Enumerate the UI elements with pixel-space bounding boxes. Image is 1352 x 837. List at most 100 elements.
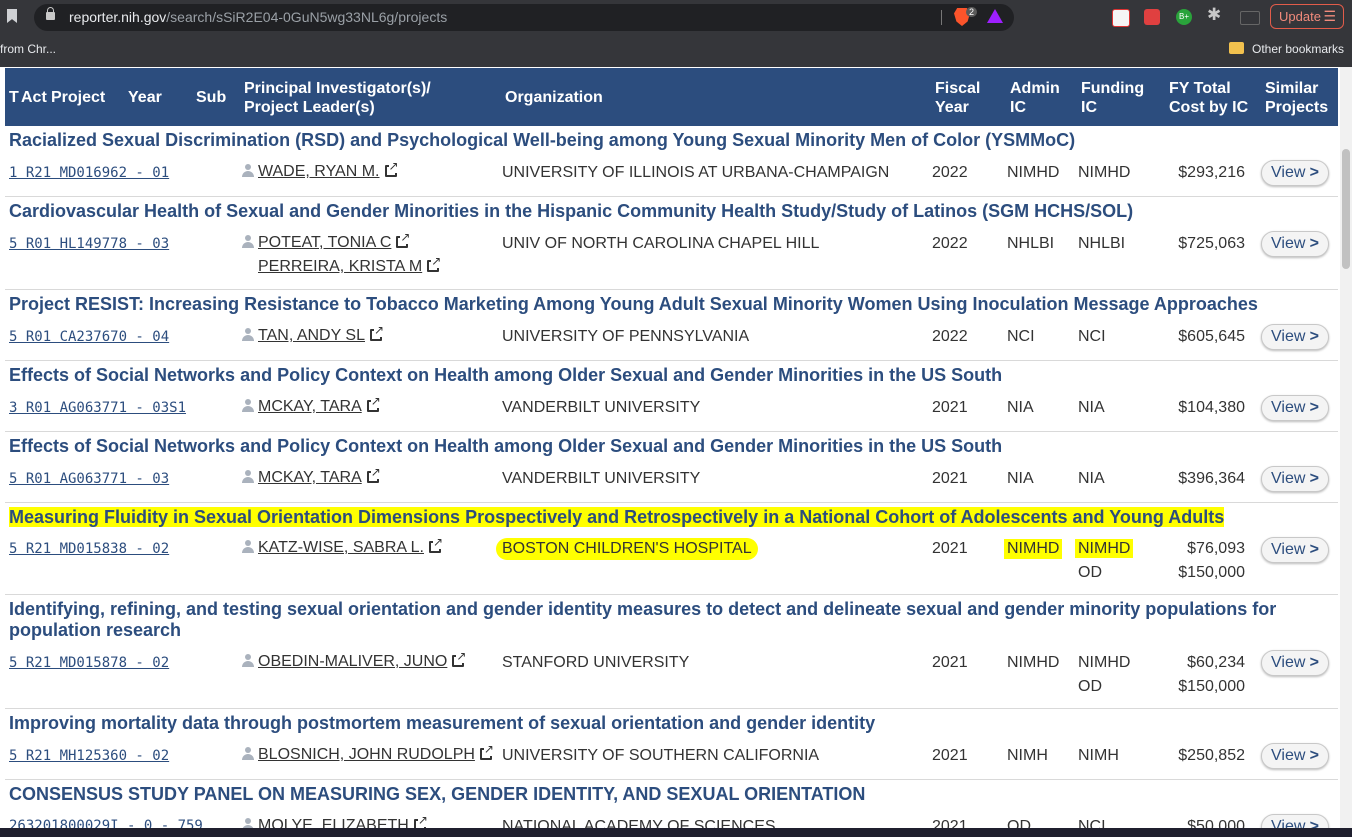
project-title-link[interactable]: Racialized Sexual Discrimination (RSD) a… bbox=[9, 130, 1309, 151]
header-similar-line1: Similar bbox=[1265, 80, 1319, 97]
view-similar-button[interactable]: View > bbox=[1261, 160, 1329, 186]
external-link-icon bbox=[366, 465, 381, 483]
header-funding-ic[interactable]: Funding IC bbox=[1081, 79, 1144, 117]
cost-secondary: $150,000 bbox=[1178, 678, 1245, 695]
project-title-link[interactable]: Cardiovascular Health of Sexual and Gend… bbox=[9, 201, 1309, 222]
bookmark-icon[interactable] bbox=[7, 9, 17, 23]
fy-total-cost: $396,364 bbox=[1178, 470, 1245, 487]
project-title-link[interactable]: Identifying, refining, and testing sexua… bbox=[9, 599, 1309, 641]
project-number-link[interactable]: 3 R01 AG063771 - 03S1 bbox=[9, 400, 186, 416]
view-similar-button[interactable]: View > bbox=[1261, 324, 1329, 350]
external-link-icon bbox=[427, 254, 442, 272]
admin-ic: NHLBI bbox=[1007, 235, 1055, 252]
fiscal-year: 2022 bbox=[932, 164, 968, 181]
view-similar-button[interactable]: View > bbox=[1261, 743, 1329, 769]
project-title-link[interactable]: CONSENSUS STUDY PANEL ON MEASURING SEX, … bbox=[9, 784, 1309, 805]
header-fy-total-cost[interactable]: FY Total Cost by IC bbox=[1169, 79, 1248, 117]
project-title-link[interactable]: Project RESIST: Increasing Resistance to… bbox=[9, 294, 1309, 315]
view-similar-button[interactable]: View > bbox=[1261, 466, 1329, 492]
pi-name: MCKAY, TARA bbox=[258, 469, 362, 486]
admin-ic: NIMHD bbox=[1007, 654, 1060, 671]
project-title-link[interactable]: Measuring Fluidity in Sexual Orientation… bbox=[9, 507, 1309, 528]
funding-ic: NIA bbox=[1078, 399, 1105, 416]
header-fy-line1: Fiscal bbox=[935, 80, 981, 97]
header-pi[interactable]: Principal Investigator(s)/ Project Leader… bbox=[244, 79, 431, 117]
pi-link[interactable]: OBEDIN-MALIVER, JUNO bbox=[242, 649, 467, 671]
external-link-icon bbox=[479, 742, 494, 760]
pi-link[interactable]: TAN, ANDY SL bbox=[242, 323, 385, 345]
view-similar-button[interactable]: View > bbox=[1261, 650, 1329, 676]
header-admin-ic[interactable]: Admin IC bbox=[1010, 79, 1060, 117]
lock-icon[interactable] bbox=[46, 7, 55, 20]
view-label: View bbox=[1271, 399, 1306, 416]
external-link-icon bbox=[396, 230, 411, 248]
extensions-puzzle-icon[interactable]: ✱ bbox=[1207, 5, 1227, 25]
project-title-link[interactable]: Effects of Social Networks and Policy Co… bbox=[9, 365, 1309, 386]
cost-secondary: $150,000 bbox=[1178, 564, 1245, 581]
header-organization[interactable]: Organization bbox=[505, 88, 603, 107]
address-bar[interactable]: reporter.nih.gov/search/sSiR2E04-0GuN5wg… bbox=[34, 4, 1014, 31]
header-act[interactable]: Act bbox=[21, 88, 47, 107]
highlighted-title-text: Measuring Fluidity in Sexual Orientation… bbox=[9, 507, 1225, 527]
header-fy-line2: Year bbox=[935, 99, 969, 116]
organization: VANDERBILT UNIVERSITY bbox=[502, 470, 701, 487]
header-year[interactable]: Year bbox=[128, 88, 162, 107]
extension-grade-icon[interactable]: B+ bbox=[1176, 9, 1192, 25]
organization: UNIVERSITY OF SOUTHERN CALIFORNIA bbox=[502, 747, 820, 764]
header-t[interactable]: T bbox=[9, 88, 19, 107]
fiscal-year: 2021 bbox=[932, 747, 968, 764]
pi-link[interactable]: KATZ-WISE, SABRA L. bbox=[242, 535, 444, 557]
project-title-link[interactable]: Effects of Social Networks and Policy Co… bbox=[9, 436, 1309, 457]
pi-name: MCKAY, TARA bbox=[258, 398, 362, 415]
update-button[interactable]: Update ☰ bbox=[1270, 4, 1344, 29]
pi-link[interactable]: POTEAT, TONIA C bbox=[242, 230, 411, 252]
view-similar-button[interactable]: View > bbox=[1261, 231, 1329, 257]
other-bookmarks-link[interactable]: Other bookmarks bbox=[1252, 42, 1344, 56]
chevron-right-icon: > bbox=[1309, 654, 1319, 671]
project-number-link[interactable]: 5 R21 MD015878 - 02 bbox=[9, 655, 169, 671]
table-row: Effects of Social Networks and Policy Co… bbox=[5, 361, 1338, 432]
project-number-link[interactable]: 5 R01 HL149778 - 03 bbox=[9, 236, 169, 252]
project-number-link[interactable]: 1 R21 MD016962 - 01 bbox=[9, 165, 169, 181]
pi-link[interactable]: BLOSNICH, JOHN RUDOLPH bbox=[242, 742, 494, 764]
funding-ic-primary: NIMHD bbox=[1078, 654, 1131, 671]
admin-ic: NCI bbox=[1007, 328, 1035, 345]
pi-link-secondary[interactable]: PERREIRA, KRISTA M bbox=[258, 254, 442, 276]
view-label: View bbox=[1271, 654, 1306, 671]
shields-count-badge: 2 bbox=[966, 7, 978, 17]
header-project[interactable]: Project bbox=[51, 88, 105, 107]
address-divider bbox=[941, 10, 942, 25]
project-number-link[interactable]: 5 R01 AG063771 - 03 bbox=[9, 471, 169, 487]
extension-pocket-icon[interactable] bbox=[1112, 9, 1130, 27]
person-icon bbox=[242, 540, 254, 553]
brave-rewards-icon[interactable] bbox=[987, 9, 1003, 23]
funding-ic-primary: NIMHD bbox=[1075, 539, 1134, 558]
fiscal-year: 2022 bbox=[932, 328, 968, 345]
funding-ic-secondary: OD bbox=[1078, 678, 1102, 695]
fy-total-cost: $605,645 bbox=[1178, 328, 1245, 345]
view-similar-button[interactable]: View > bbox=[1261, 395, 1329, 421]
project-title-link[interactable]: Improving mortality data through postmor… bbox=[9, 713, 1309, 734]
view-similar-button[interactable]: View > bbox=[1261, 537, 1329, 563]
header-sub[interactable]: Sub bbox=[196, 88, 226, 107]
admin-ic: NIMHD bbox=[1004, 539, 1063, 559]
project-number-link[interactable]: 5 R21 MD015838 - 02 bbox=[9, 541, 169, 557]
fy-total-cost: $725,063 bbox=[1178, 235, 1245, 252]
pi-link[interactable]: MCKAY, TARA bbox=[242, 465, 381, 487]
scrollbar-thumb[interactable] bbox=[1342, 149, 1350, 269]
url-text[interactable]: reporter.nih.gov/search/sSiR2E04-0GuN5wg… bbox=[69, 9, 447, 25]
project-number-link[interactable]: 5 R01 CA237670 - 04 bbox=[9, 329, 169, 345]
pi-link[interactable]: MCKAY, TARA bbox=[242, 394, 381, 416]
project-number-link[interactable]: 5 R21 MH125360 - 02 bbox=[9, 748, 169, 764]
external-link-icon bbox=[370, 323, 385, 341]
bookmark-item-chrome[interactable]: from Chr... bbox=[0, 42, 56, 56]
person-icon bbox=[242, 164, 254, 177]
header-fiscal-year[interactable]: Fiscal Year bbox=[935, 79, 980, 117]
view-label: View bbox=[1271, 235, 1306, 252]
header-funding-line1: Funding bbox=[1081, 80, 1145, 97]
extension-shield-icon[interactable] bbox=[1144, 9, 1160, 25]
wallet-icon[interactable] bbox=[1240, 11, 1260, 25]
os-taskbar bbox=[0, 828, 1352, 837]
pi-link[interactable]: WADE, RYAN M. bbox=[242, 159, 399, 181]
pi-name: POTEAT, TONIA C bbox=[258, 234, 392, 251]
